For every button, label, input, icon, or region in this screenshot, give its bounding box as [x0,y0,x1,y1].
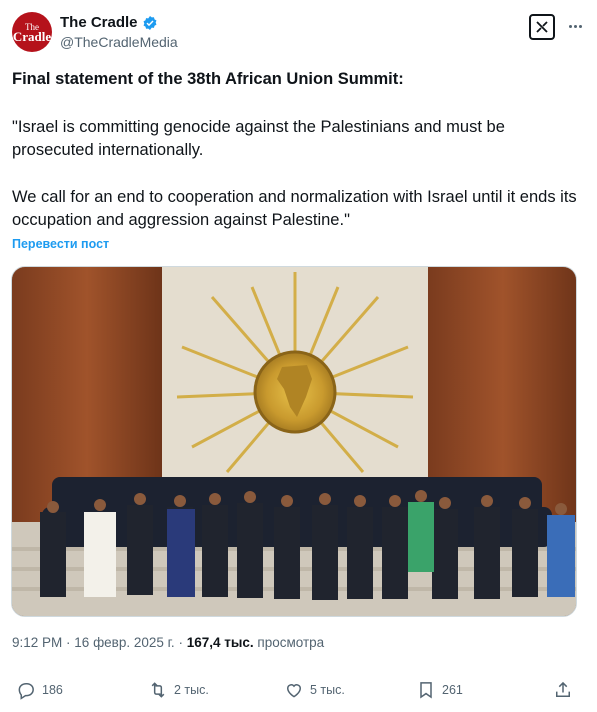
action-bar: 186 2 тыс. 5 тыс. 261 [12,680,585,706]
repost-button[interactable]: 2 тыс. [148,680,209,700]
grok-glyph-icon [536,21,548,33]
repost-icon [151,682,165,698]
more-options-icon[interactable] [565,16,585,36]
tweet-paragraph-1: "Israel is committing genocide against t… [12,118,505,159]
reply-icon [18,683,34,700]
tweet-text: Final statement of the 38th African Unio… [12,68,582,229]
avatar-text-bottom: Cradle [12,29,52,44]
grok-icon[interactable] [529,14,555,40]
like-button[interactable]: 5 тыс. [284,680,345,700]
author-name-row[interactable]: The Cradle [60,14,158,31]
bookmark-icon [420,682,432,699]
share-button[interactable] [553,680,573,700]
avatar[interactable]: The Cradle [12,12,52,52]
tweet-meta: 9:12 PM · 16 февр. 2025 г. · 167,4 тыс. … [12,635,324,650]
tweet-header: The Cradle The Cradle @TheCradleMedia [12,10,585,54]
share-icon [556,681,570,697]
bookmark-button[interactable]: 261 [416,680,463,700]
summit-group-photo-image [12,267,576,616]
tweet-headline: Final statement of the 38th African Unio… [12,70,404,88]
views-label: просмотра [257,635,325,650]
bookmark-count: 261 [442,683,463,697]
tweet-photo[interactable] [11,266,577,617]
verified-badge-icon [143,15,156,30]
translate-post-link[interactable]: Перевести пост [12,237,109,251]
author-display-name[interactable]: The Cradle [60,14,138,31]
heart-icon [286,684,302,698]
reply-button[interactable]: 186 [16,680,63,700]
tweet-time[interactable]: 9:12 PM [12,635,62,650]
like-count: 5 тыс. [310,683,345,697]
tweet-paragraph-2: We call for an end to cooperation and no… [12,188,577,229]
meta-separator: · [178,635,187,650]
author-handle[interactable]: @TheCradleMedia [60,34,178,50]
repost-count: 2 тыс. [174,683,209,697]
views-count: 167,4 тыс. [186,635,254,650]
reply-count: 186 [42,683,63,697]
tweet-date[interactable]: 16 февр. 2025 г. [74,635,174,650]
